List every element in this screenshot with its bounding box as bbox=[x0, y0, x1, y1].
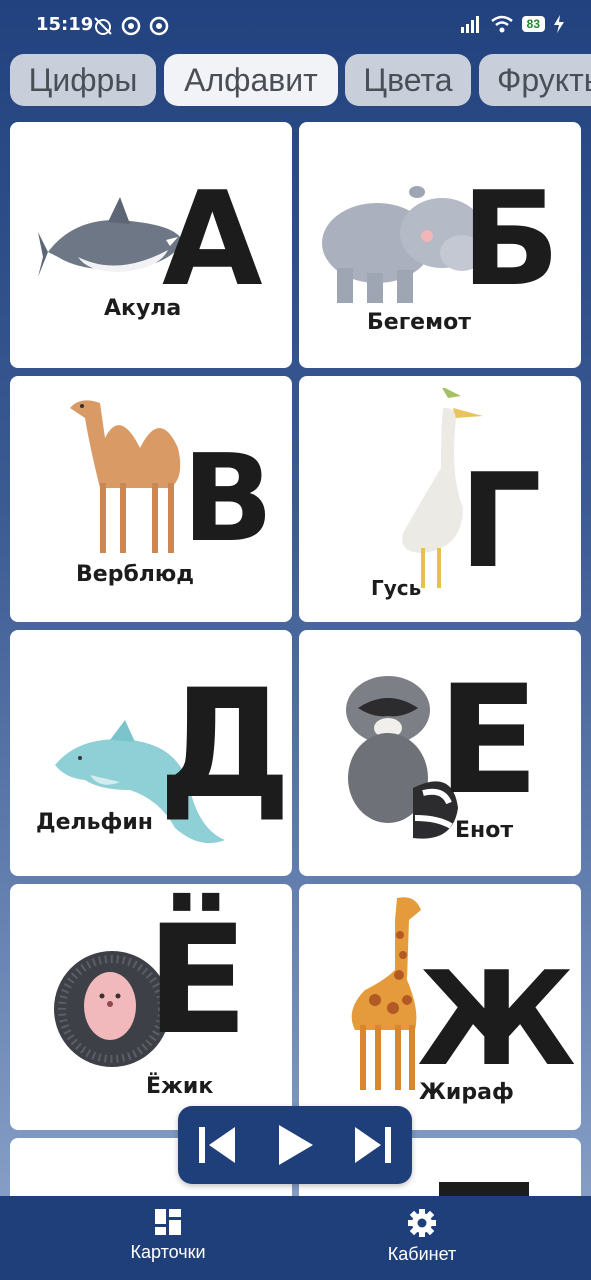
nav-label-profile: Кабинет bbox=[387, 1244, 457, 1264]
card-giraffe[interactable]: Ж Жираф bbox=[299, 884, 581, 1130]
card-letter: Б bbox=[461, 163, 561, 315]
card-name: Енот bbox=[455, 818, 514, 843]
tab-fruits[interactable]: Фрукты bbox=[479, 54, 591, 106]
charging-icon bbox=[554, 15, 564, 33]
card-name: Ёжик bbox=[146, 1074, 214, 1099]
grid-icon bbox=[155, 1209, 181, 1235]
card-goose[interactable]: Г Гусь bbox=[299, 376, 581, 622]
nav-profile[interactable]: Кабинет bbox=[322, 1208, 522, 1265]
target-icon bbox=[149, 16, 169, 36]
card-letter: Ж bbox=[417, 943, 577, 1095]
card-name: Дельфин bbox=[36, 810, 153, 835]
gear-icon bbox=[408, 1209, 436, 1237]
nav-cards[interactable]: Карточки bbox=[68, 1208, 268, 1263]
play-icon bbox=[279, 1125, 313, 1165]
card-name: Верблюд bbox=[76, 562, 195, 587]
skip-previous-icon bbox=[199, 1127, 235, 1163]
card-letter: А bbox=[162, 163, 263, 315]
alarm-off-icon bbox=[94, 17, 112, 35]
status-bar: 15:19 83 bbox=[0, 0, 591, 52]
category-tabs: Цифры Алфавит Цвета Фрукты bbox=[0, 52, 591, 108]
tab-digits[interactable]: Цифры bbox=[10, 54, 156, 106]
bottom-navigation: Карточки Кабинет bbox=[0, 1196, 591, 1280]
battery-indicator: 83 bbox=[521, 16, 545, 32]
skip-next-icon bbox=[355, 1127, 391, 1163]
card-letter: Г bbox=[459, 445, 542, 597]
card-raccoon[interactable]: Е Енот bbox=[299, 630, 581, 876]
tab-alphabet[interactable]: Алфавит bbox=[164, 54, 338, 106]
tab-colors[interactable]: Цвета bbox=[345, 54, 471, 106]
card-dolphin[interactable]: Д Дельфин bbox=[10, 630, 292, 876]
status-icons-left bbox=[92, 15, 170, 37]
wifi-icon bbox=[490, 15, 513, 33]
card-hippo[interactable]: Б Бегемот bbox=[299, 122, 581, 368]
card-name: Бегемот bbox=[367, 310, 471, 335]
previous-button[interactable] bbox=[192, 1120, 242, 1170]
card-letter: Д bbox=[158, 658, 292, 832]
target-icon bbox=[121, 16, 141, 36]
camel-illustration bbox=[70, 400, 181, 553]
next-button[interactable] bbox=[348, 1120, 398, 1170]
card-letter: Ё bbox=[146, 894, 249, 1068]
card-letter: Е bbox=[437, 654, 540, 828]
card-name: Гусь bbox=[371, 576, 422, 600]
status-time: 15:19 bbox=[36, 14, 94, 35]
card-name: Акула bbox=[104, 296, 182, 321]
play-button[interactable] bbox=[270, 1120, 320, 1170]
card-letter: В bbox=[182, 430, 274, 569]
card-camel[interactable]: В Верблюд bbox=[10, 376, 292, 622]
card-shark[interactable]: А Акула bbox=[10, 122, 292, 368]
signal-icon bbox=[460, 16, 479, 33]
nav-label-cards: Карточки bbox=[130, 1242, 206, 1262]
player-controls bbox=[178, 1106, 412, 1184]
card-hedgehog[interactable]: Ё Ёжик bbox=[10, 884, 292, 1130]
status-icons-right: 83 bbox=[460, 15, 565, 33]
card-name: Жираф bbox=[419, 1080, 514, 1105]
